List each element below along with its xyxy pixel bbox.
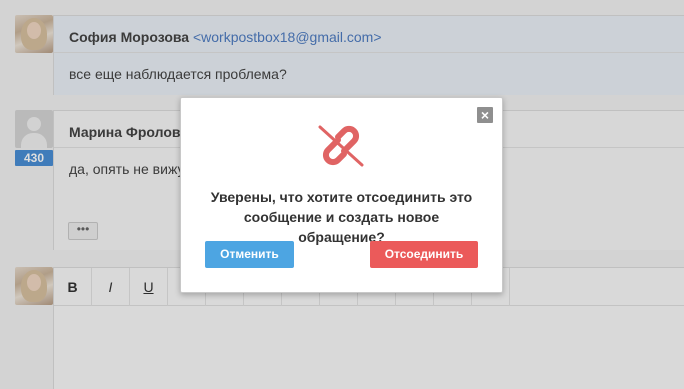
dialog-message-line: Уверены, что хотите отсоединить это: [210, 189, 473, 205]
unlink-icon: [318, 125, 364, 167]
unlink-dialog: × Уверены, что хотите отсоединить это со…: [180, 97, 503, 293]
dialog-message: Уверены, что хотите отсоединить это сооб…: [201, 187, 482, 247]
unlink-button[interactable]: Отсоединить: [370, 241, 478, 268]
close-button[interactable]: ×: [477, 107, 493, 123]
cancel-button[interactable]: Отменить: [205, 241, 294, 268]
